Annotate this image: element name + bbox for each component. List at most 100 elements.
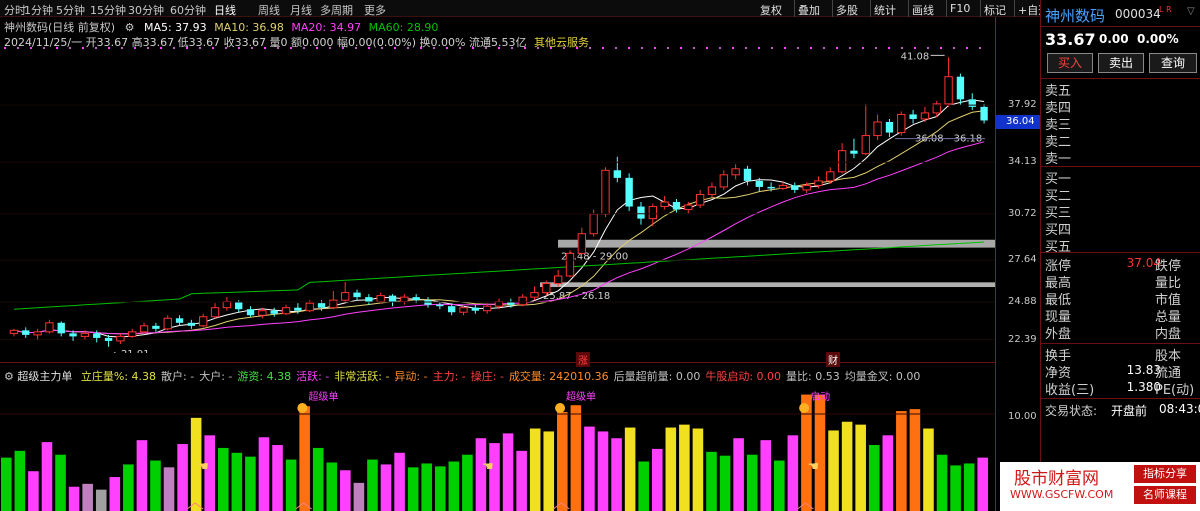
toolbar-button-0[interactable]: 复权 [760,2,782,18]
indicator-bar [529,428,541,511]
indicator-bar [868,445,880,511]
sell-button[interactable]: 卖出 [1098,53,1144,73]
signal-label: 超级单 [308,390,338,403]
event-marker[interactable]: 涨 [576,352,590,367]
indicator-bar [855,424,866,511]
tab-10[interactable]: 更多 [364,2,386,18]
toolbar-button-4[interactable]: 画线 [912,2,934,18]
divider [1041,78,1200,79]
toolbar-button-5[interactable]: F10 [950,2,970,15]
candle [873,114,882,141]
indicator-bar [977,457,989,511]
tab-5[interactable]: 60分钟 [170,2,206,18]
indicator-bar [434,466,446,511]
axis-divider [995,17,996,511]
toolbar: 复权叠加多股统计画线F10标记+自选返回 [740,0,1080,17]
candle [388,294,397,307]
indicator-bar [14,450,26,511]
indicator-bar [353,482,365,511]
candle [222,297,232,311]
stock-flags: L R [1159,5,1172,14]
pane-divider [0,362,995,363]
tab-3[interactable]: 15分钟 [90,2,126,18]
last-price: 33.67 [1045,30,1096,49]
divider [1041,398,1200,399]
indicator-bar [570,405,582,511]
chart-title: 神州数码(日线 前复权) [4,21,116,34]
indicator-bar [258,437,270,511]
candle [45,319,54,334]
tab-2[interactable]: 5分钟 [56,2,85,18]
candle [175,315,184,326]
watermark-logo: 股市财富网 WWW.GSCFW.COM 指标分享 名师课程 [1000,462,1200,511]
hand-pointer-icon: ☚ [197,459,209,474]
indicator-bar [1,457,12,511]
indicator-bar [746,454,758,511]
candle [791,182,799,193]
candle [530,286,539,301]
indicator-bar [936,454,948,511]
indicator-bar [299,406,310,511]
stock-code: 000034 [1115,7,1161,21]
indicator-bar [163,467,175,511]
candle [187,319,196,329]
indicator-bar [68,486,80,511]
tab-1[interactable]: 1分钟 [24,2,53,18]
indicator-chart[interactable]: ☚ ☚ ☚ 超级单 超级单 启动 [0,380,995,511]
toolbar-separator [870,0,871,17]
indicator-bar [448,461,460,511]
toolbar-button-3[interactable]: 统计 [874,2,896,18]
candle [341,282,350,302]
candle [163,315,172,331]
candle [400,294,409,305]
candle [57,321,65,337]
price-change-pct: 0.00% [1137,32,1179,46]
tab-8[interactable]: 月线 [290,2,312,18]
toolbar-button-1[interactable]: 叠加 [798,2,820,18]
divider [1041,252,1200,253]
coin-icon [799,403,810,413]
tab-6[interactable]: 日线 [214,2,236,18]
chart-header: 神州数码(日线 前复权) ⚙ MA5: 37.93 MA10: 36.98 MA… [4,19,438,35]
indicator-bar [841,421,853,511]
settings-icon[interactable]: ⚙ [125,21,135,34]
indicator-bar [882,435,894,511]
indicator-bar [340,470,351,511]
buy-button[interactable]: 买入 [1047,53,1093,73]
divider [1041,343,1200,344]
candle [909,109,917,124]
divider [1041,26,1200,27]
tab-4[interactable]: 30分钟 [128,2,164,18]
low-label: ←21.91 [113,349,150,353]
indicator-bar [475,438,487,511]
candle [199,313,208,328]
event-marker[interactable]: 财 [826,352,840,367]
stat-value: 13.83 [1126,363,1161,377]
indicator-bar [597,431,609,511]
indicator-bar [136,440,148,511]
support-band [558,239,995,248]
indicator-bar [502,433,514,511]
candle [695,189,705,209]
indicator-bar [679,424,690,511]
indicator-bar [557,412,568,511]
candle [139,322,149,334]
stock-name: 神州数码 [1045,7,1106,25]
tab-9[interactable]: 多周期 [320,2,353,18]
indicator-bar [950,465,961,511]
candle [719,170,728,190]
candle [778,180,788,190]
candle [625,173,633,212]
indicator-bar [394,452,405,511]
price-chart[interactable]: 28.48 - 29.0025.87 - 26.1841.08←21.9136.… [0,48,995,353]
candle [932,100,941,118]
toolbar-button-2[interactable]: 多股 [836,2,858,18]
candle [152,322,160,332]
query-button[interactable]: 查询 [1149,53,1197,73]
indicator-bar [380,464,392,511]
chevron-down-icon[interactable]: ▽ [1187,6,1195,17]
toolbar-button-6[interactable]: 标记 [984,2,1006,18]
tab-0[interactable]: 分时 [4,2,26,18]
indicator-bar [28,471,39,511]
tab-7[interactable]: 周线 [258,2,280,18]
